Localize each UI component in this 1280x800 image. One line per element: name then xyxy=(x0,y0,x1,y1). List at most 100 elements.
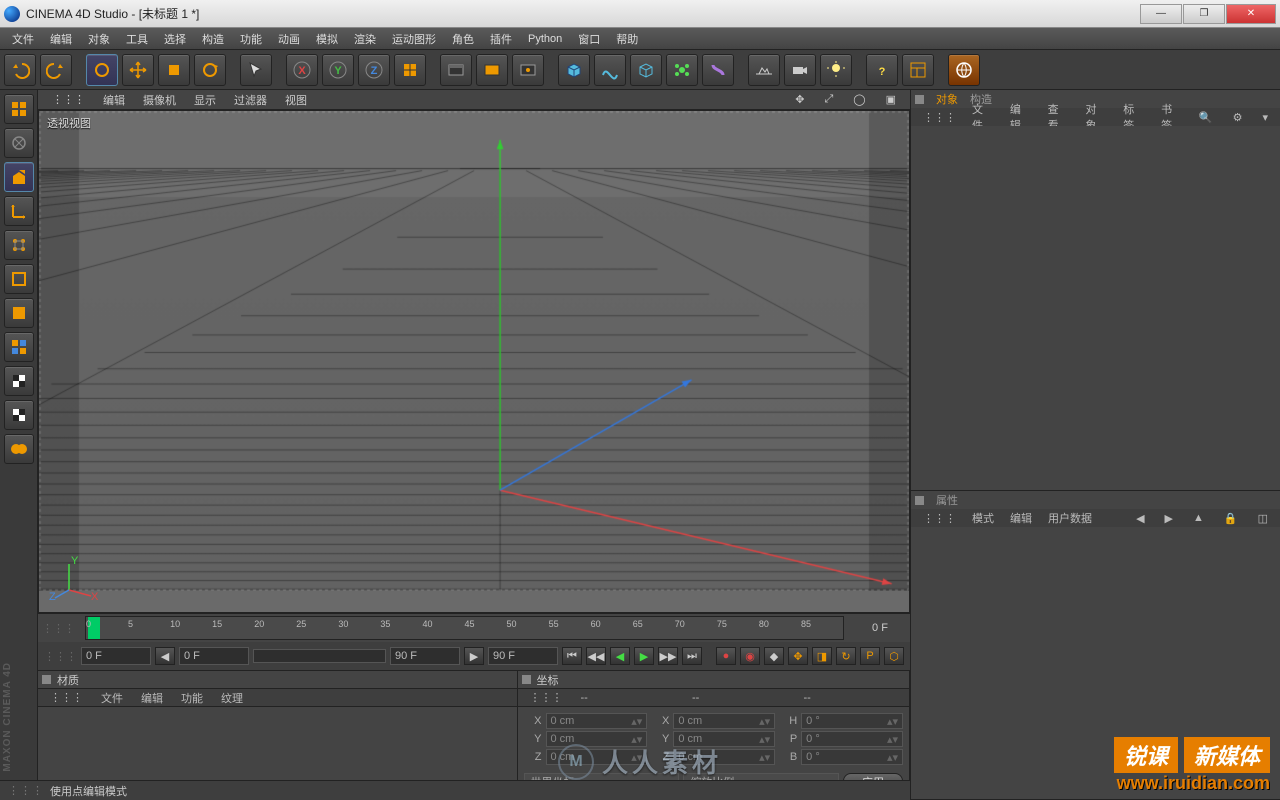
menu-character[interactable]: 角色 xyxy=(444,29,482,49)
light-button[interactable] xyxy=(820,54,852,86)
attr-menu-edit[interactable]: 编辑 xyxy=(1002,510,1040,526)
lock-icon[interactable]: 🔒 xyxy=(1216,512,1246,525)
coord-field-0-3[interactable]: 0 cm▴▾ xyxy=(673,713,775,729)
coord-field-1-3[interactable]: 0 cm▴▾ xyxy=(673,731,775,747)
new-window-icon[interactable]: ◫ xyxy=(1250,512,1276,525)
menu-mograph[interactable]: 运动图形 xyxy=(384,29,444,49)
next-area-icon[interactable]: ▶ xyxy=(464,647,484,665)
timeline-scrollbar[interactable] xyxy=(253,649,386,663)
autokey-button[interactable]: ◉ xyxy=(740,647,760,665)
frame-current-field[interactable]: 0 F xyxy=(179,647,249,665)
menu-help[interactable]: 帮助 xyxy=(608,29,646,49)
environment-button[interactable] xyxy=(748,54,780,86)
render-view-button[interactable] xyxy=(440,54,472,86)
spline-button[interactable] xyxy=(594,54,626,86)
undo-button[interactable] xyxy=(4,54,36,86)
menu-plugin[interactable]: 插件 xyxy=(482,29,520,49)
menu-structure[interactable]: 构造 xyxy=(194,29,232,49)
key-rot-button[interactable]: ↻ xyxy=(836,647,856,665)
menu-tool[interactable]: 工具 xyxy=(118,29,156,49)
timeline-ruler[interactable]: 051015202530354045505560657075808590 xyxy=(85,616,844,640)
redo-button[interactable] xyxy=(40,54,72,86)
record-button[interactable]: ● xyxy=(716,647,736,665)
maximize-view-icon[interactable]: ▣ xyxy=(878,92,904,107)
menu-file[interactable]: 文件 xyxy=(4,29,42,49)
deformer-button[interactable] xyxy=(702,54,734,86)
object-axis-button[interactable] xyxy=(4,196,34,226)
coord-field-1-5[interactable]: 0 °▴▾ xyxy=(801,731,903,747)
key-param-button[interactable]: P xyxy=(860,647,880,665)
play-button[interactable]: ▶ xyxy=(634,647,654,665)
prev-key-button[interactable]: ◀◀ xyxy=(586,647,606,665)
menu-window[interactable]: 窗口 xyxy=(570,29,608,49)
play-back-button[interactable]: ◀ xyxy=(610,647,630,665)
mat-menu-texture[interactable]: 纹理 xyxy=(213,690,251,706)
scale-tool[interactable] xyxy=(158,54,190,86)
nav-back-icon[interactable]: ◀ xyxy=(1128,512,1152,525)
render-region-button[interactable] xyxy=(476,54,508,86)
pan-icon[interactable]: ✥ xyxy=(787,92,812,107)
menu-edit[interactable]: 编辑 xyxy=(42,29,80,49)
help-button[interactable]: ? xyxy=(866,54,898,86)
objects-tab[interactable]: 对象 xyxy=(930,91,964,107)
layout-views-button[interactable] xyxy=(4,94,34,124)
menu-function[interactable]: 功能 xyxy=(232,29,270,49)
nav-up-icon[interactable]: ▲ xyxy=(1185,512,1212,525)
attr-menu-mode[interactable]: 模式 xyxy=(964,510,1002,526)
coord-field-0-5[interactable]: 0 °▴▾ xyxy=(801,713,903,729)
generator-button[interactable] xyxy=(666,54,698,86)
mat-menu-file[interactable]: 文件 xyxy=(93,690,131,706)
axis-x-button[interactable]: X xyxy=(286,54,318,86)
mat-menu-edit[interactable]: 编辑 xyxy=(133,690,171,706)
cursor-tool[interactable] xyxy=(240,54,272,86)
viewmenu-view[interactable]: 视图 xyxy=(277,91,315,109)
uv-points-button[interactable] xyxy=(4,366,34,396)
menu-object[interactable]: 对象 xyxy=(80,29,118,49)
search-icon[interactable]: 🔍 xyxy=(1191,111,1221,124)
next-key-button[interactable]: ▶▶ xyxy=(658,647,678,665)
edge-mode-button[interactable] xyxy=(4,264,34,294)
menu-simulate[interactable]: 模拟 xyxy=(308,29,346,49)
goto-start-button[interactable]: ⏮ xyxy=(562,647,582,665)
menu-render[interactable]: 渲染 xyxy=(346,29,384,49)
attr-menu-userdata[interactable]: 用户数据 xyxy=(1040,510,1100,526)
keyframe-sel-button[interactable]: ◆ xyxy=(764,647,784,665)
nav-fwd-icon[interactable]: ▶ xyxy=(1157,512,1181,525)
object-manager-body[interactable] xyxy=(911,126,1280,490)
coord-field-2-1[interactable]: 0 cm▴▾ xyxy=(546,749,648,765)
minimize-button[interactable]: — xyxy=(1140,4,1182,24)
coord-field-2-5[interactable]: 0 °▴▾ xyxy=(801,749,903,765)
key-pos-button[interactable]: ✥ xyxy=(788,647,808,665)
rotate-tool[interactable] xyxy=(194,54,226,86)
orbit-icon[interactable]: ◯ xyxy=(845,92,873,107)
coord-field-2-3[interactable]: 0 cm▴▾ xyxy=(673,749,775,765)
cube-primitive-button[interactable] xyxy=(558,54,590,86)
zoom-icon[interactable]: ⤢ xyxy=(816,92,841,107)
camera-button[interactable] xyxy=(784,54,816,86)
select-tool[interactable] xyxy=(86,54,118,86)
viewmenu-edit[interactable]: 编辑 xyxy=(95,91,133,109)
menu-animation[interactable]: 动画 xyxy=(270,29,308,49)
model-mode-button[interactable] xyxy=(4,162,34,192)
goto-end-button[interactable]: ⏭ xyxy=(682,647,702,665)
prev-area-icon[interactable]: ◀ xyxy=(155,647,175,665)
frame-range-end-field[interactable]: 90 F xyxy=(390,647,460,665)
attributes-body[interactable] xyxy=(911,527,1280,799)
make-editable-button[interactable] xyxy=(4,128,34,158)
maximize-button[interactable]: ❐ xyxy=(1183,4,1225,24)
frame-start-field[interactable]: 0 F xyxy=(81,647,151,665)
nurbs-button[interactable] xyxy=(630,54,662,86)
coord-field-0-1[interactable]: 0 cm▴▾ xyxy=(546,713,648,729)
animation-mode-button[interactable] xyxy=(4,434,34,464)
viewmenu-filter[interactable]: 过滤器 xyxy=(226,91,275,109)
coord-field-1-1[interactable]: 0 cm▴▾ xyxy=(546,731,648,747)
key-pla-button[interactable]: ⬡ xyxy=(884,647,904,665)
content-browser-button[interactable] xyxy=(948,54,980,86)
viewmenu-camera[interactable]: 摄像机 xyxy=(135,91,184,109)
coord-system-button[interactable] xyxy=(394,54,426,86)
key-scale-button[interactable]: ◨ xyxy=(812,647,832,665)
render-settings-button[interactable] xyxy=(512,54,544,86)
layout-button[interactable] xyxy=(902,54,934,86)
frame-end-field[interactable]: 90 F xyxy=(488,647,558,665)
menu-select[interactable]: 选择 xyxy=(156,29,194,49)
